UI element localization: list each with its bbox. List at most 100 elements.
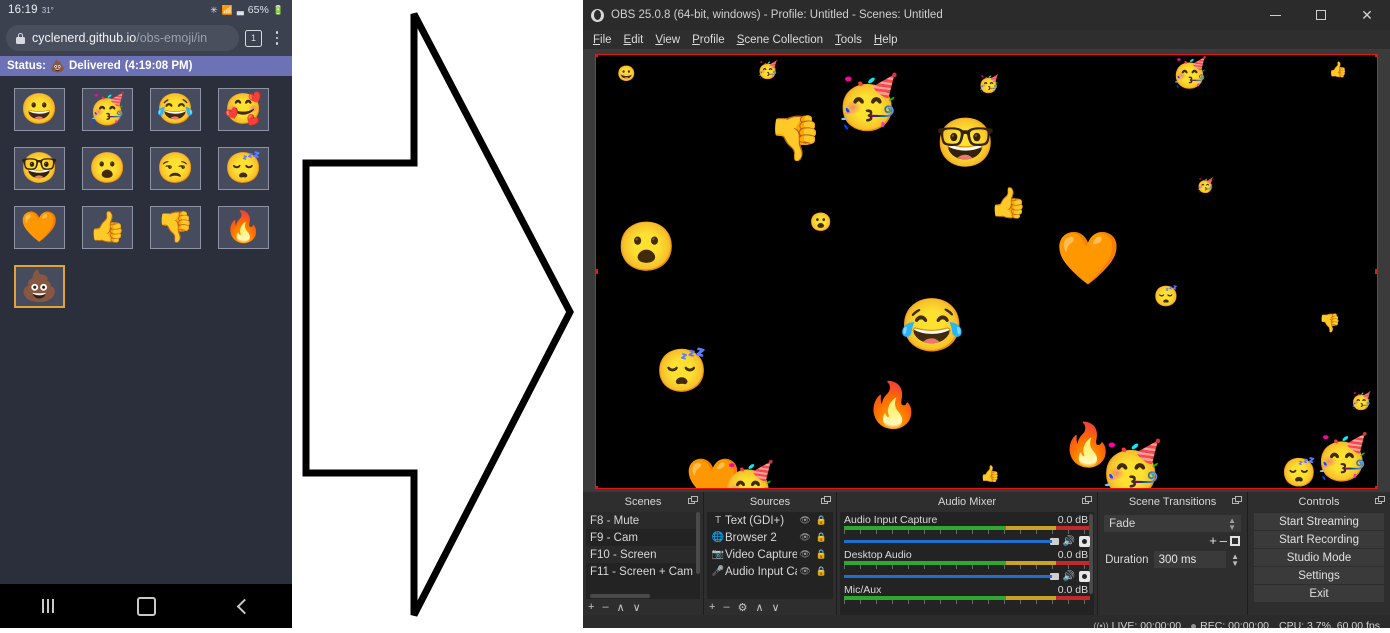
- menu-item-edit[interactable]: Edit: [624, 34, 644, 46]
- float-dock-icon[interactable]: [688, 496, 698, 505]
- emoji-button-sleeping-face[interactable]: 😴: [218, 147, 269, 190]
- emoji-button-unamused-face[interactable]: 😒: [150, 147, 201, 190]
- close-button[interactable]: ✕: [1344, 0, 1390, 30]
- control-button-exit[interactable]: Exit: [1254, 585, 1384, 602]
- speaker-icon[interactable]: 🔊: [1063, 571, 1075, 582]
- sources-toolbar-button-2[interactable]: ⚙: [738, 601, 748, 614]
- scene-list-item[interactable]: F8 - Mute: [586, 512, 700, 529]
- menu-item-scene-collection[interactable]: Scene Collection: [737, 34, 823, 46]
- back-icon[interactable]: [237, 598, 253, 614]
- sources-toolbar-button-0[interactable]: +: [709, 601, 715, 613]
- emoji-button-face-with-open-mouth[interactable]: 😮: [82, 147, 133, 190]
- source-list-item[interactable]: 📷Video Capture Dev👁 🔒: [707, 546, 833, 563]
- volume-slider[interactable]: [844, 539, 1052, 543]
- audio-mixer-dock: Audio Mixer Audio Input Capture 0.0 dB 🔊 De…: [837, 492, 1099, 615]
- eye-icon[interactable]: 👁: [799, 515, 810, 526]
- preview-emoji-partying-face: 🥳: [757, 60, 779, 80]
- transition-select[interactable]: Fade ▲ ▼: [1104, 515, 1242, 532]
- tab-counter-button[interactable]: 1: [245, 29, 262, 47]
- lock-icon[interactable]: 🔒: [816, 549, 827, 560]
- lock-icon[interactable]: 🔒: [816, 566, 827, 577]
- eye-icon[interactable]: 👁: [799, 566, 810, 577]
- menu-item-file[interactable]: File: [593, 34, 612, 46]
- source-label: Text (GDI+): [725, 514, 785, 527]
- menu-item-tools[interactable]: Tools: [835, 34, 862, 46]
- resize-handle-l[interactable]: [596, 269, 598, 274]
- source-list-item[interactable]: T Text (GDI+) 👁 🔒: [707, 512, 833, 529]
- eye-icon[interactable]: 👁: [799, 549, 810, 560]
- emoji-button-thumbs-up[interactable]: 👍: [82, 206, 133, 249]
- home-icon[interactable]: [136, 596, 156, 616]
- remove-transition-button[interactable]: –: [1220, 533, 1227, 548]
- obs-menu-bar: File Edit View Profile Scene Collection Tools…: [583, 30, 1390, 49]
- maximize-button[interactable]: [1298, 0, 1344, 30]
- menu-item-profile[interactable]: Profile: [692, 34, 725, 46]
- emoji-button-face-with-tears-of-joy[interactable]: 😂: [150, 88, 201, 131]
- scenes-toolbar-button-2[interactable]: ∧: [617, 601, 625, 614]
- address-bar[interactable]: cyclenerd.github.io /obs-emoji/in: [6, 25, 239, 51]
- resize-handle-tl[interactable]: [596, 55, 598, 57]
- float-dock-icon[interactable]: [821, 496, 831, 505]
- scenes-toolbar-button-0[interactable]: +: [588, 601, 594, 613]
- emoji-button-nerd-face[interactable]: 🤓: [14, 147, 65, 190]
- preview-canvas[interactable]: 😀 🥳 🥳 🥳 🥳 👍 👎 🤓 🥳 👍 😮 😮 🧡 😴 😂 👎 😴 🔥 🥳 🔥 🥳 👍 😴 🥳 🧡 🥳: [595, 54, 1378, 489]
- lock-icon[interactable]: 🔒: [816, 532, 827, 543]
- emoji-button-partying-face[interactable]: 🥳: [82, 88, 133, 131]
- scene-list-item[interactable]: F10 - Screen: [586, 546, 700, 563]
- scene-list-item[interactable]: F11 - Screen + Cam (T: [586, 563, 700, 580]
- kebab-menu-icon[interactable]: [270, 31, 284, 45]
- sources-toolbar-button-1[interactable]: –: [723, 601, 729, 613]
- menu-item-help[interactable]: Help: [874, 34, 898, 46]
- control-button-start-recording[interactable]: Start Recording: [1254, 531, 1384, 548]
- sources-list[interactable]: T Text (GDI+) 👁 🔒 🌐 Browser 2 👁 🔒 📷 Video Capture…: [707, 512, 833, 599]
- volume-slider[interactable]: [844, 574, 1052, 578]
- scene-transitions-dock: Scene Transitions Fade ▲ ▼ + – Duration 3…: [1098, 492, 1249, 615]
- transition-properties-button[interactable]: [1230, 535, 1241, 546]
- scenes-list[interactable]: F8 - Mute F9 - Cam F10 - Screen F11 - Scree…: [586, 512, 700, 593]
- mixer-tick-scale: [844, 565, 1091, 569]
- scenes-hscrollbar[interactable]: [590, 594, 650, 598]
- duration-spinner-icon[interactable]: ▲ ▼: [1231, 552, 1241, 567]
- emoji-button-fire[interactable]: 🔥: [218, 206, 269, 249]
- scenes-toolbar-button-3[interactable]: ∨: [633, 601, 641, 614]
- control-button-studio-mode[interactable]: Studio Mode: [1254, 549, 1384, 566]
- menu-item-view[interactable]: View: [655, 34, 680, 46]
- eye-icon[interactable]: 👁: [799, 532, 810, 543]
- lock-icon[interactable]: 🔒: [816, 515, 827, 526]
- scene-list-item[interactable]: F9 - Cam: [586, 529, 700, 546]
- resize-handle-bl[interactable]: [596, 486, 598, 488]
- emoji-button-orange-heart[interactable]: 🧡: [14, 206, 65, 249]
- transition-spinner-icon[interactable]: ▲ ▼: [1228, 516, 1236, 531]
- emoji-button-smiling-face-with-hearts[interactable]: 🥰: [218, 88, 269, 131]
- resize-handle-tr[interactable]: [1375, 55, 1377, 57]
- mixer-settings-icon[interactable]: [1079, 570, 1091, 582]
- add-transition-button[interactable]: +: [1209, 533, 1217, 548]
- mixer-scrollbar[interactable]: [1089, 514, 1094, 594]
- obs-studio-window: OBS 25.0.8 (64-bit, windows) - Profile: …: [583, 0, 1390, 628]
- duration-input[interactable]: 300 ms: [1153, 551, 1227, 568]
- status-time: (4:19:08 PM): [124, 60, 193, 72]
- url-path: /obs-emoji/in: [136, 31, 208, 45]
- float-dock-icon[interactable]: [1232, 496, 1243, 505]
- source-list-item[interactable]: 🎤Audio Input Captu👁 🔒: [707, 563, 833, 580]
- resize-handle-br[interactable]: [1375, 486, 1377, 488]
- source-list-item[interactable]: 🌐 Browser 2 👁 🔒: [707, 529, 833, 546]
- record-dot-icon: [1191, 624, 1197, 628]
- control-button-start-streaming[interactable]: Start Streaming: [1254, 513, 1384, 530]
- emoji-button-thumbs-down[interactable]: 👎: [150, 206, 201, 249]
- float-dock-icon[interactable]: [1082, 496, 1093, 505]
- sources-toolbar-button-3[interactable]: ∧: [755, 601, 763, 614]
- scenes-scrollbar[interactable]: [696, 512, 700, 574]
- speaker-icon[interactable]: 🔊: [1063, 536, 1075, 547]
- resize-handle-r[interactable]: [1375, 269, 1377, 274]
- sources-toolbar-button-4[interactable]: ∨: [772, 601, 780, 614]
- emoji-button-pile-of-poo[interactable]: 💩: [14, 265, 65, 308]
- recent-apps-icon[interactable]: [41, 599, 54, 613]
- scenes-toolbar-button-1[interactable]: –: [602, 601, 608, 613]
- control-button-settings[interactable]: Settings: [1254, 567, 1384, 584]
- emoji-button-grinning-face[interactable]: 😀: [14, 88, 65, 131]
- mixer-settings-icon[interactable]: [1079, 535, 1091, 547]
- cpu-label: CPU: 3.7%, 60.00 fps: [1279, 620, 1380, 628]
- minimize-button[interactable]: [1252, 0, 1298, 30]
- float-dock-icon[interactable]: [1375, 496, 1385, 505]
